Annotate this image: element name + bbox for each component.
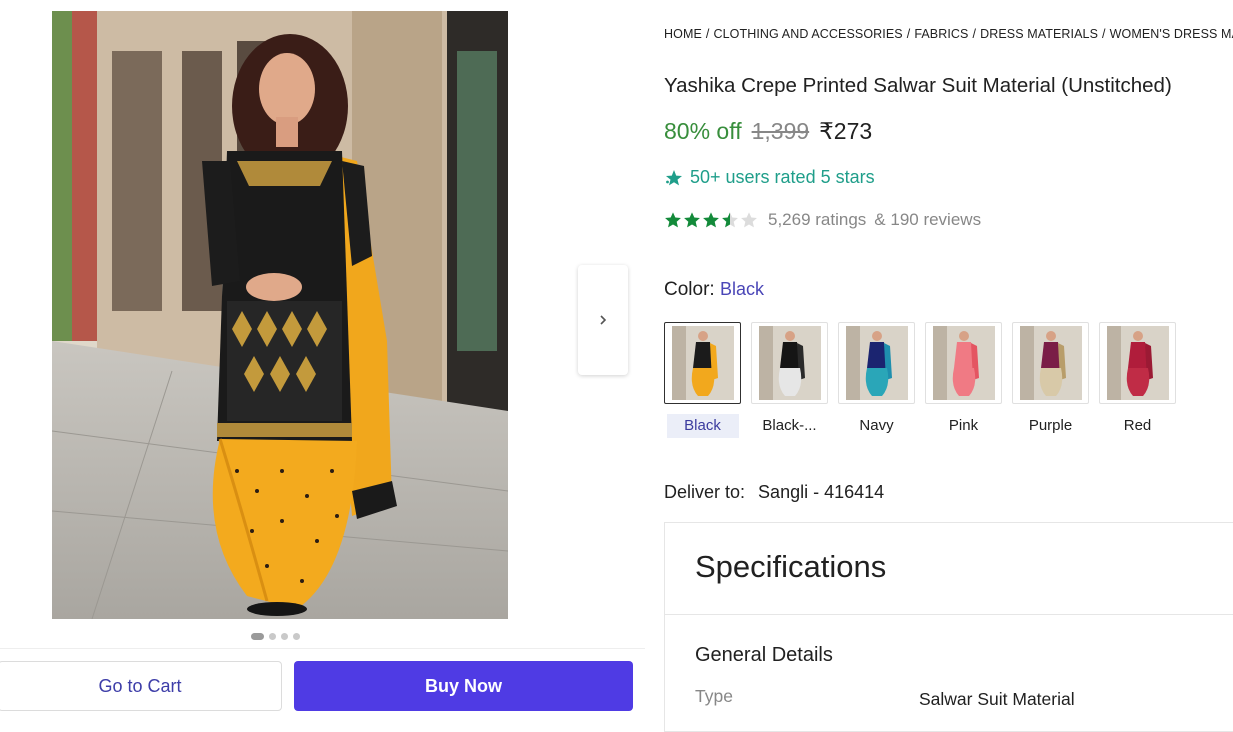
swatch-thumbnail	[664, 322, 741, 404]
discount-percent: 80% off	[664, 118, 742, 144]
swatch-image	[932, 326, 995, 400]
specifications-title: Specifications	[695, 549, 887, 584]
swatch-image	[845, 326, 908, 400]
swatch-image	[1106, 326, 1169, 400]
ratings-count: 5,269 ratings	[768, 210, 867, 229]
selling-price: ₹273	[819, 118, 873, 144]
selected-color: Black	[719, 279, 764, 299]
product-image[interactable]	[52, 11, 508, 619]
star-icon	[722, 212, 738, 228]
swatch-label: Navy	[859, 417, 894, 434]
color-swatch-list: Black Black-... Navy Pink Purple Red	[664, 322, 1176, 438]
breadcrumb-separator: /	[1102, 27, 1106, 41]
swatch-image	[671, 326, 734, 400]
swatch-thumbnail	[1099, 322, 1176, 404]
swatch-label: Purple	[1028, 417, 1073, 434]
gallery-pagination	[251, 633, 300, 640]
star-icon	[741, 212, 757, 228]
breadcrumb-dress-materials[interactable]: DRESS MATERIALS	[980, 27, 1098, 41]
color-swatch-1[interactable]: Black	[664, 322, 741, 438]
reviews-count: & 190 reviews	[874, 210, 982, 229]
breadcrumb-womens-dress-materials[interactable]: WOMEN'S DRESS MATERIALS	[1110, 27, 1233, 41]
specifications-panel: Specifications General Details Type Salw…	[664, 522, 1233, 732]
buy-now-button[interactable]: Buy Now	[294, 661, 633, 711]
go-to-cart-button[interactable]: Go to Cart	[0, 661, 282, 711]
star-icon	[684, 212, 700, 228]
next-image-button[interactable]	[578, 265, 628, 375]
color-swatch-2[interactable]: Black-...	[751, 322, 828, 438]
breadcrumb-separator: /	[906, 27, 911, 41]
promo-badge: 50+ users rated 5 stars	[664, 167, 875, 188]
color-swatch-3[interactable]: Navy	[838, 322, 915, 438]
chevron-right-icon	[600, 315, 607, 325]
breadcrumb-home[interactable]: HOME	[664, 27, 702, 41]
sparkle-star-icon	[666, 169, 682, 185]
delivery-location[interactable]: Deliver to: Sangli - 416414	[664, 482, 884, 503]
star-rating	[664, 211, 758, 229]
breadcrumb-clothing[interactable]: CLOTHING AND ACCESSORIES	[713, 27, 902, 41]
swatch-thumbnail	[1012, 322, 1089, 404]
pagination-dot[interactable]	[269, 633, 276, 640]
spec-value-type: Salwar Suit Material	[919, 689, 1075, 709]
product-title: Yashika Crepe Printed Salwar Suit Materi…	[664, 74, 1172, 97]
deliver-pincode: Sangli - 416414	[758, 482, 885, 502]
color-swatch-4[interactable]: Pink	[925, 322, 1002, 438]
spec-key-type: Type	[695, 686, 733, 706]
color-label: Color: Black	[664, 279, 764, 301]
general-details-heading: General Details	[695, 644, 833, 666]
swatch-thumbnail	[925, 322, 1002, 404]
swatch-thumbnail	[838, 322, 915, 404]
color-swatch-5[interactable]: Purple	[1012, 322, 1089, 438]
breadcrumb-fabrics[interactable]: FABRICS	[914, 27, 968, 41]
deliver-label: Deliver to:	[664, 482, 746, 502]
swatch-label: Black-...	[762, 417, 817, 434]
color-label-text: Color:	[664, 279, 715, 300]
pagination-dot[interactable]	[293, 633, 300, 640]
star-icon	[703, 212, 719, 228]
breadcrumb-separator: /	[705, 27, 710, 41]
swatch-label: Pink	[948, 417, 979, 434]
original-price: 1,399	[751, 118, 810, 144]
swatch-thumbnail	[751, 322, 828, 404]
rating-summary[interactable]: 5,269 ratings & 190 reviews	[664, 210, 981, 230]
pagination-dot[interactable]	[281, 633, 288, 640]
swatch-image	[758, 326, 821, 400]
product-photo	[52, 11, 508, 619]
swatch-label: Red	[1123, 417, 1152, 434]
pagination-dot-active[interactable]	[251, 633, 264, 640]
star-icon	[665, 212, 681, 228]
swatch-label: Black	[666, 414, 739, 438]
divider	[665, 614, 1233, 615]
breadcrumb-separator: /	[972, 27, 977, 41]
swatch-image	[1019, 326, 1082, 400]
breadcrumb: HOME / CLOTHING AND ACCESSORIES / FABRICS / DR…	[664, 27, 1233, 41]
promo-text: 50+ users rated 5 stars	[690, 167, 875, 187]
price-row: 80% off 1,399 ₹273	[664, 118, 872, 145]
color-swatch-6[interactable]: Red	[1099, 322, 1176, 438]
